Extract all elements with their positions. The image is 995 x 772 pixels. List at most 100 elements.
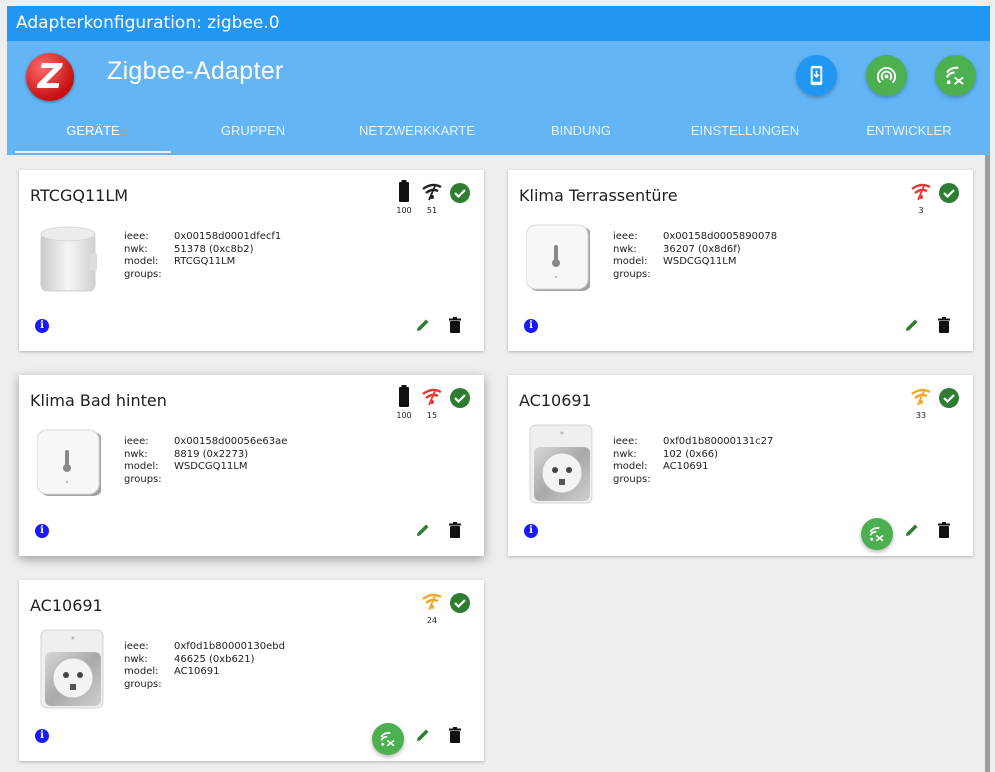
nwk-value: 51378 (0xc8b2): [174, 243, 254, 255]
tab-gruppen[interactable]: GRUPPEN: [172, 117, 334, 155]
device-image-smart-plug: [526, 423, 593, 504]
link-quality-status: 33: [908, 385, 934, 421]
ieee-label: ieee:: [124, 436, 149, 447]
nwk-label: nwk:: [124, 448, 148, 460]
ieee-label: ieee:: [124, 231, 149, 242]
info-icon[interactable]: i: [524, 319, 538, 333]
link-quality-status: 3: [908, 180, 934, 216]
device-name: Klima Terrassentüre: [519, 186, 678, 205]
zigbee-logo-letter: Z: [37, 57, 63, 97]
pairing-button[interactable]: [866, 55, 907, 96]
wifi-signal-icon: [911, 388, 931, 406]
check-circle-icon: [939, 388, 959, 408]
delete-icon[interactable]: [937, 522, 951, 538]
touchlink-reset-icon: [869, 526, 884, 542]
edit-icon[interactable]: [904, 317, 920, 333]
info-icon[interactable]: i: [35, 729, 49, 743]
tab-bar: GERÄTE GRUPPEN NETZWERKKARTE BINDUNG EIN…: [7, 117, 990, 155]
device-name: AC10691: [519, 391, 592, 410]
device-name: Klima Bad hinten: [30, 391, 167, 410]
nwk-label: nwk:: [124, 243, 148, 255]
model-label: model:: [124, 256, 159, 267]
groups-label: groups:: [124, 678, 162, 690]
scrollbar-track[interactable]: [985, 155, 990, 772]
edit-icon[interactable]: [415, 522, 431, 538]
battery-status: 100: [391, 385, 417, 421]
model-label: model:: [613, 256, 648, 267]
ieee-value: 0x00158d0001dfecf1: [174, 231, 282, 242]
touchlink-reset-button[interactable]: [935, 55, 976, 96]
edit-icon[interactable]: [904, 522, 920, 538]
battery-status: 100: [391, 180, 417, 216]
device-name: AC10691: [30, 596, 103, 615]
link-quality-value: 24: [426, 616, 438, 625]
device-image-climate-sensor: [525, 223, 592, 297]
delete-icon[interactable]: [448, 727, 462, 743]
tab-bindung[interactable]: BINDUNG: [500, 117, 662, 155]
wifi-signal-icon: [422, 183, 442, 201]
delete-icon[interactable]: [448, 317, 462, 333]
ieee-value: 0xf0d1b80000131c27: [663, 436, 774, 447]
ieee-value: 0x00158d00056e63ae: [174, 436, 288, 447]
link-quality-status: 24: [419, 590, 445, 626]
edit-icon[interactable]: [415, 317, 431, 333]
tab-geraete[interactable]: GERÄTE: [15, 117, 171, 155]
nwk-value: 46625 (0xb621): [174, 653, 255, 665]
wifi-signal-icon: [911, 183, 931, 201]
zigbee-logo: Z: [26, 53, 74, 101]
ieee-label: ieee:: [613, 436, 638, 447]
check-circle-icon: [450, 388, 470, 408]
ieee-value: 0x00158d0005890078: [663, 231, 778, 242]
groups-label: groups:: [124, 473, 162, 485]
device-image-motion-sensor: [37, 223, 101, 297]
device-card: Klima Bad hinten 100 15 ieee: 0x00158d000…: [19, 375, 484, 556]
device-name: RTCGQ11LM: [30, 186, 129, 205]
check-circle-icon: [450, 593, 470, 613]
device-card: AC10691 24 ieee: 0xf0d1b80000130ebd nwk: 4: [19, 580, 484, 761]
nwk-label: nwk:: [613, 243, 637, 255]
ieee-label: ieee:: [613, 231, 638, 242]
link-quality-value: 3: [918, 206, 924, 215]
edit-icon[interactable]: [415, 727, 431, 743]
link-quality-value: 33: [915, 411, 927, 420]
info-icon[interactable]: i: [35, 319, 49, 333]
model-value: WSDCGQ11LM: [663, 256, 737, 267]
model-value: WSDCGQ11LM: [174, 461, 248, 472]
nwk-label: nwk:: [124, 653, 148, 665]
delete-icon[interactable]: [937, 317, 951, 333]
tab-einstellungen[interactable]: EINSTELLUNGEN: [663, 117, 827, 155]
groups-label: groups:: [613, 473, 651, 485]
check-circle-icon: [450, 183, 470, 203]
nwk-value: 36207 (0x8d6f): [663, 243, 741, 255]
link-quality-status: 51: [419, 180, 445, 216]
model-value: AC10691: [174, 666, 220, 677]
model-label: model:: [613, 461, 648, 472]
battery-value: 100: [396, 206, 412, 215]
check-circle-icon: [939, 183, 959, 203]
ieee-value: 0xf0d1b80000130ebd: [174, 641, 285, 652]
info-icon[interactable]: i: [524, 524, 538, 538]
link-quality-status: 15: [419, 385, 445, 421]
link-quality-value: 15: [426, 411, 438, 420]
pairing-icon: [876, 67, 897, 84]
device-image-smart-plug: [37, 628, 104, 709]
window-title-bar: Adapterkonfiguration: zigbee.0: [7, 6, 990, 41]
touchlink-reset-button[interactable]: [372, 723, 404, 755]
nwk-label: nwk:: [613, 448, 637, 460]
link-quality-value: 51: [426, 206, 438, 215]
model-label: model:: [124, 461, 159, 472]
touchlink-reset-button[interactable]: [861, 518, 893, 550]
device-image-climate-sensor: [36, 428, 103, 502]
device-card: AC10691 33 ieee: 0xf0d1b80000131c27 nwk: 1: [508, 375, 973, 556]
download-app-button[interactable]: [796, 55, 837, 96]
battery-icon: [399, 180, 409, 202]
app-header: Z Zigbee-Adapter GERÄTE GRUPPEN NETZWERK…: [7, 41, 990, 155]
wifi-signal-icon: [422, 593, 442, 611]
tab-netzwerkkarte[interactable]: NETZWERKKARTE: [335, 117, 499, 155]
groups-label: groups:: [613, 268, 651, 280]
tab-entwickler[interactable]: ENTWICKLER: [828, 117, 990, 155]
info-icon[interactable]: i: [35, 524, 49, 538]
delete-icon[interactable]: [448, 522, 462, 538]
model-value: RTCGQ11LM: [174, 256, 236, 267]
wifi-signal-icon: [422, 388, 442, 406]
